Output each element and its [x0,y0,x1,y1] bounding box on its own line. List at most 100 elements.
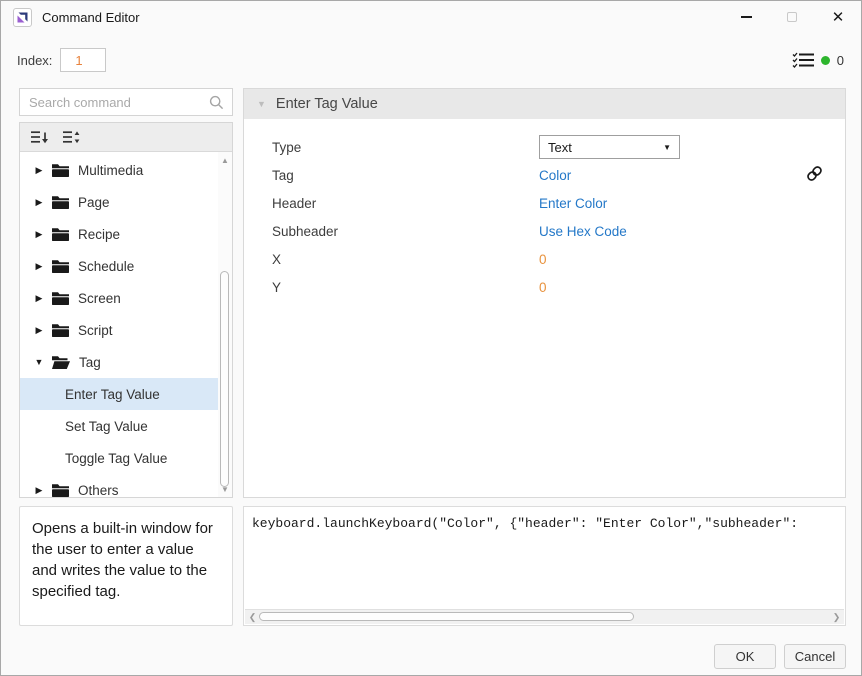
minimize-icon [741,16,752,17]
closed-folder-icon [52,227,69,241]
code-preview-panel: keyboard.launchKeyboard("Color", {"heade… [243,506,846,626]
command-editor-window: { "window": { "title": "Command Editor" … [0,0,862,676]
ok-button[interactable]: OK [714,644,776,669]
tree-item-schedule[interactable]: ▶ Schedule [20,250,232,282]
tree-item-label: Enter Tag Value [65,387,160,402]
property-label: X [272,252,539,267]
property-row-y: Y0 [272,273,845,301]
tree-item-toggle-tag-value[interactable]: Toggle Tag Value [20,442,232,474]
index-input[interactable] [60,48,106,72]
subheader-value[interactable]: Use Hex Code [539,224,627,239]
tag-value[interactable]: Color [539,168,571,183]
section-caret-icon: ▼ [257,99,266,109]
command-tree-items: ▶Multimedia▶Page▶Recipe▶Schedule▶Screen▶… [20,152,232,497]
app-logo-icon [13,8,32,27]
properties-header[interactable]: ▼ Enter Tag Value [244,89,845,119]
closed-folder-icon [52,323,69,337]
open-folder-icon [52,355,70,369]
properties-rows: TypeText▼TagColorHeaderEnter ColorSubhea… [244,119,845,301]
tree-item-set-tag-value[interactable]: Set Tag Value [20,410,232,442]
chevron-collapsed-icon[interactable]: ▶ [33,261,45,272]
tree-toolbar [20,123,232,152]
expand-all-icon[interactable] [63,130,82,145]
chevron-collapsed-icon[interactable]: ▶ [33,165,45,176]
scroll-right-icon[interactable]: ❯ [830,610,843,624]
property-row-type: TypeText ▼ [272,133,845,161]
collapse-all-icon[interactable] [31,130,50,145]
property-row-x: X0 [272,245,845,273]
chevron-collapsed-icon[interactable]: ▶ [33,485,45,496]
tree-item-tag[interactable]: ▼ Tag [20,346,232,378]
property-label: Type [272,140,539,155]
tree-item-label: Script [78,323,113,338]
chevron-down-icon: ▼ [663,143,671,152]
maximize-button[interactable] [769,1,815,33]
header-value[interactable]: Enter Color [539,196,607,211]
status-green-dot-icon [821,56,830,65]
tree-item-recipe[interactable]: ▶ Recipe [20,218,232,250]
property-label: Y [272,280,539,295]
title-bar: Command Editor ✕ [1,1,861,33]
property-row-subheader: SubheaderUse Hex Code [272,217,845,245]
type-dropdown[interactable]: Text ▼ [539,135,680,159]
closed-folder-icon [52,483,69,497]
code-scrollbar-thumb[interactable] [259,612,634,621]
tree-item-page[interactable]: ▶ Page [20,186,232,218]
tree-item-label: Multimedia [78,163,143,178]
tree-item-label: Page [78,195,110,210]
property-row-tag: TagColor [272,161,845,189]
cancel-button[interactable]: Cancel [784,644,846,669]
close-icon: ✕ [832,10,845,25]
dropdown-selected-value: Text [540,140,572,155]
scroll-down-icon[interactable]: ▼ [218,483,232,495]
tree-item-screen[interactable]: ▶ Screen [20,282,232,314]
x-value: 0 [539,252,547,267]
code-scrollbar[interactable]: ❮ ❯ [245,609,844,624]
tree-scrollbar-thumb[interactable] [220,271,229,487]
scroll-up-icon[interactable]: ▲ [218,154,232,166]
maximize-icon [787,12,797,22]
closed-folder-icon [52,163,69,177]
tree-item-others[interactable]: ▶ Others [20,474,232,497]
tree-item-label: Others [78,483,119,498]
closed-folder-icon [52,291,69,305]
property-label: Tag [272,168,539,183]
tree-item-enter-tag-value[interactable]: Enter Tag Value [20,378,232,410]
tree-item-label: Set Tag Value [65,419,148,434]
property-label: Header [272,196,539,211]
chevron-collapsed-icon[interactable]: ▶ [33,229,45,240]
property-label: Subheader [272,224,539,239]
index-label: Index: [17,53,52,68]
command-tree-panel: ▶Multimedia▶Page▶Recipe▶Schedule▶Screen▶… [19,122,233,498]
tag-link-icon[interactable] [806,165,823,182]
search-box [19,88,233,116]
properties-panel: ▼ Enter Tag Value TypeText▼TagColorHeade… [243,88,846,498]
tree-item-label: Tag [79,355,101,370]
search-icon [209,95,224,110]
chevron-collapsed-icon[interactable]: ▶ [33,325,45,336]
search-input[interactable] [20,95,209,110]
tree-item-label: Screen [78,291,121,306]
validation-list-icon[interactable] [792,52,814,68]
scroll-left-icon[interactable]: ❮ [246,610,259,624]
tree-body: ▶Multimedia▶Page▶Recipe▶Schedule▶Screen▶… [20,152,232,497]
y-value: 0 [539,280,547,295]
tree-scrollbar[interactable]: ▲ ▼ [218,152,232,497]
minimize-button[interactable] [723,1,769,33]
property-row-header: HeaderEnter Color [272,189,845,217]
closed-folder-icon [52,195,69,209]
error-count: 0 [837,53,844,68]
generated-code: keyboard.launchKeyboard("Color", {"heade… [244,507,845,540]
window-title: Command Editor [42,10,140,25]
tree-item-label: Recipe [78,227,120,242]
tree-item-label: Toggle Tag Value [65,451,167,466]
closed-folder-icon [52,259,69,273]
chevron-collapsed-icon[interactable]: ▶ [33,197,45,208]
tree-item-script[interactable]: ▶ Script [20,314,232,346]
chevron-expanded-icon[interactable]: ▼ [33,357,45,367]
chevron-collapsed-icon[interactable]: ▶ [33,293,45,304]
properties-title: Enter Tag Value [276,96,378,112]
close-button[interactable]: ✕ [815,1,861,33]
tree-item-label: Schedule [78,259,134,274]
tree-item-multimedia[interactable]: ▶ Multimedia [20,154,232,186]
